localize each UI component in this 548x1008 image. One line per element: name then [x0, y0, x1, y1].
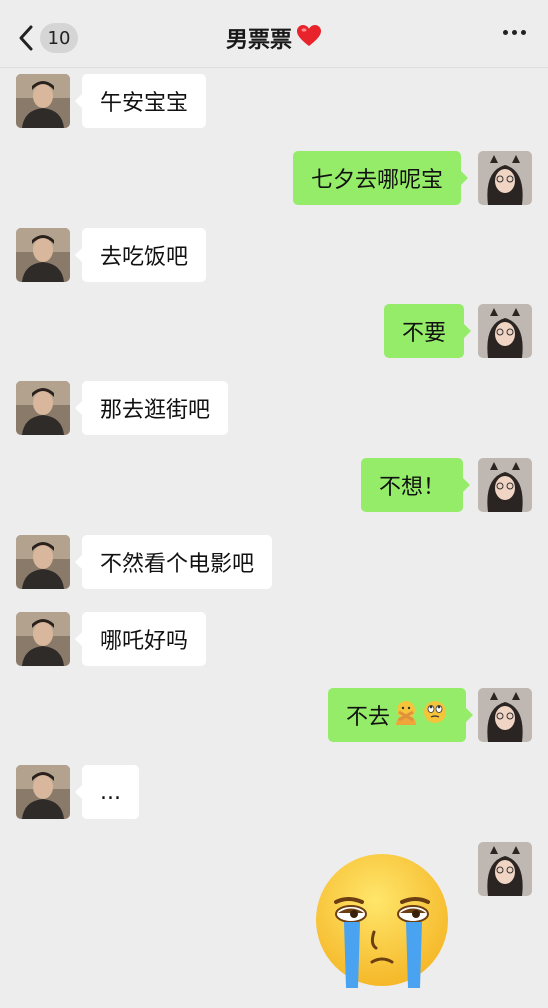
- more-options-button[interactable]: [503, 30, 526, 35]
- contact-avatar[interactable]: [16, 381, 70, 435]
- my-avatar[interactable]: [478, 304, 532, 358]
- my-avatar[interactable]: [478, 688, 532, 742]
- more-dot-icon: [521, 30, 526, 35]
- incoming-message[interactable]: 不然看个电影吧: [74, 535, 273, 589]
- incoming-message[interactable]: 去吃饭吧: [74, 228, 207, 282]
- message-text: 不然看个电影吧: [100, 552, 255, 577]
- message-text: 不要: [402, 321, 447, 346]
- incoming-message[interactable]: 那去逛街吧: [74, 381, 229, 435]
- contact-avatar[interactable]: [16, 535, 70, 589]
- more-dot-icon: [503, 30, 508, 35]
- my-avatar[interactable]: [478, 151, 532, 205]
- contact-avatar[interactable]: [16, 228, 70, 282]
- heart-icon: [296, 24, 322, 52]
- chat-title: 男票票: [225, 28, 292, 53]
- message-text: 午安宝宝: [100, 91, 189, 116]
- outgoing-message[interactable]: 不去: [328, 688, 474, 742]
- eye-roll-emoji-icon: [422, 699, 448, 731]
- chat-header: 10 男票票: [0, 0, 548, 68]
- my-avatar[interactable]: [478, 842, 532, 896]
- message-text: 哪吒好吗: [100, 629, 189, 654]
- crying-face-sticker-icon[interactable]: [314, 852, 450, 988]
- message-text: 不去: [346, 705, 391, 730]
- more-dot-icon: [512, 30, 517, 35]
- incoming-message[interactable]: ...: [75, 765, 139, 819]
- message-text: 那去逛街吧: [100, 398, 211, 423]
- incoming-message[interactable]: 哪吒好吗: [74, 612, 207, 666]
- contact-avatar[interactable]: [16, 74, 70, 128]
- outgoing-message[interactable]: 不要: [384, 304, 472, 358]
- outgoing-message[interactable]: 七夕去哪呢宝: [293, 151, 469, 205]
- contact-avatar[interactable]: [16, 765, 70, 819]
- message-text: ...: [100, 779, 121, 805]
- my-avatar[interactable]: [478, 458, 532, 512]
- message-text: 去吃饭吧: [100, 245, 189, 270]
- outgoing-message[interactable]: 不想！: [361, 458, 471, 512]
- message-text: 不想！: [379, 475, 446, 500]
- incoming-message[interactable]: 午安宝宝: [74, 74, 207, 128]
- contact-avatar[interactable]: [16, 612, 70, 666]
- message-text: 七夕去哪呢宝: [311, 168, 444, 193]
- no-gesture-emoji-icon: [393, 699, 419, 731]
